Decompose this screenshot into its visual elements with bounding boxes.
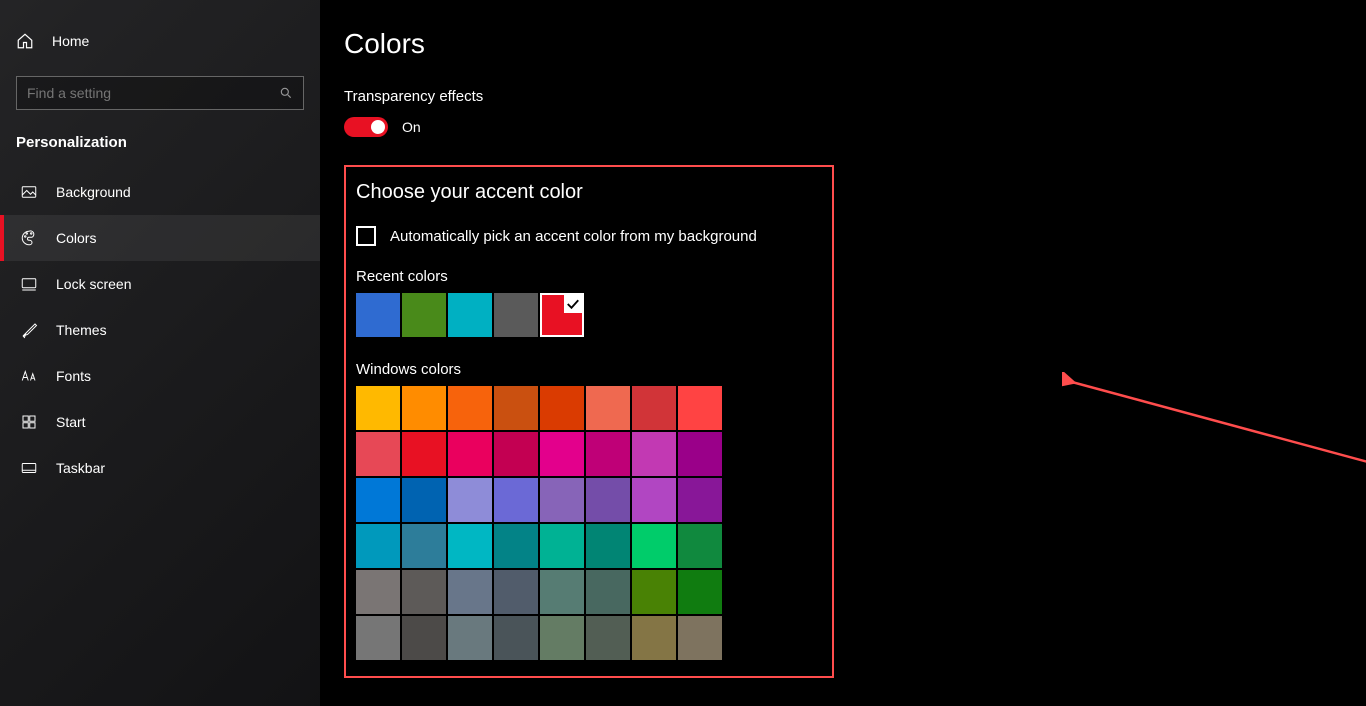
sidebar-item-label: Background [56,184,131,200]
image-icon [20,183,38,201]
windows-color-swatch[interactable] [678,432,722,476]
sidebar-item-lockscreen[interactable]: Lock screen [0,261,320,307]
sidebar-item-label: Themes [56,322,107,338]
windows-color-swatch[interactable] [678,478,722,522]
sidebar-item-label: Taskbar [56,460,105,476]
search-input[interactable] [27,85,279,101]
windows-color-swatch[interactable] [356,570,400,614]
windows-color-swatch[interactable] [402,524,446,568]
taskbar-icon [20,459,38,477]
recent-color-swatch[interactable] [494,293,538,337]
windows-color-swatch[interactable] [356,616,400,660]
windows-color-swatch[interactable] [356,432,400,476]
windows-color-swatch[interactable] [678,570,722,614]
windows-color-swatch[interactable] [586,570,630,614]
grid-icon [20,413,38,431]
windows-color-swatch[interactable] [448,432,492,476]
annotation-arrow [1062,372,1366,492]
home-label: Home [52,33,89,49]
windows-color-swatch[interactable] [632,524,676,568]
windows-color-swatch[interactable] [356,386,400,430]
windows-color-swatch[interactable] [356,524,400,568]
windows-color-swatch[interactable] [494,478,538,522]
transparency-state: On [402,119,421,135]
auto-accent-checkbox[interactable]: Automatically pick an accent color from … [356,226,822,246]
windows-color-swatch[interactable] [586,432,630,476]
checkbox-icon [356,226,376,246]
windows-color-swatch[interactable] [540,570,584,614]
windows-color-swatch[interactable] [402,386,446,430]
windows-color-swatch[interactable] [632,616,676,660]
windows-color-swatch[interactable] [632,386,676,430]
windows-color-swatch[interactable] [678,524,722,568]
search-box[interactable] [16,76,304,110]
windows-color-swatch[interactable] [632,478,676,522]
windows-color-swatch[interactable] [540,432,584,476]
main-content: Colors Transparency effects On Choose yo… [320,0,1366,706]
sidebar-item-fonts[interactable]: Fonts [0,353,320,399]
windows-color-swatch[interactable] [494,570,538,614]
windows-color-swatch[interactable] [448,478,492,522]
sidebar-item-taskbar[interactable]: Taskbar [0,445,320,491]
windows-colors-grid [356,386,822,660]
palette-icon [20,229,38,247]
windows-color-swatch[interactable] [402,478,446,522]
recent-color-swatch[interactable] [402,293,446,337]
windows-color-swatch[interactable] [494,386,538,430]
windows-color-swatch[interactable] [402,570,446,614]
transparency-label: Transparency effects [344,88,1366,105]
brush-icon [20,321,38,339]
recent-colors-label: Recent colors [356,268,822,285]
check-icon [564,295,582,313]
fonts-icon [20,367,38,385]
windows-color-swatch[interactable] [586,386,630,430]
transparency-toggle[interactable] [344,117,388,137]
accent-color-panel: Choose your accent color Automatically p… [344,165,834,678]
recent-color-swatch[interactable] [448,293,492,337]
windows-color-swatch[interactable] [448,616,492,660]
sidebar-item-label: Lock screen [56,276,131,292]
sidebar-item-label: Fonts [56,368,91,384]
sidebar-item-background[interactable]: Background [0,169,320,215]
windows-colors-label: Windows colors [356,361,822,378]
windows-color-swatch[interactable] [448,524,492,568]
auto-accent-label: Automatically pick an accent color from … [390,228,757,245]
recent-color-swatch[interactable] [356,293,400,337]
windows-color-swatch[interactable] [678,386,722,430]
windows-color-swatch[interactable] [632,432,676,476]
windows-color-swatch[interactable] [540,386,584,430]
home-icon [16,32,34,50]
windows-color-swatch[interactable] [448,570,492,614]
windows-color-swatch[interactable] [448,386,492,430]
windows-color-swatch[interactable] [678,616,722,660]
windows-color-swatch[interactable] [356,478,400,522]
home-link[interactable]: Home [0,24,320,58]
windows-color-swatch[interactable] [402,432,446,476]
transparency-toggle-row: On [344,117,1366,137]
sidebar-item-label: Start [56,414,86,430]
windows-color-swatch[interactable] [540,478,584,522]
page-title: Colors [344,28,1366,60]
monitor-icon [20,275,38,293]
windows-color-swatch[interactable] [632,570,676,614]
sidebar-item-label: Colors [56,230,96,246]
windows-color-swatch[interactable] [586,524,630,568]
windows-color-swatch[interactable] [586,478,630,522]
sidebar: Home Personalization Background Colors L… [0,0,320,706]
windows-color-swatch[interactable] [540,616,584,660]
windows-color-swatch[interactable] [402,616,446,660]
accent-heading: Choose your accent color [356,181,822,204]
windows-color-swatch[interactable] [494,616,538,660]
search-icon [279,86,293,100]
windows-color-swatch[interactable] [540,524,584,568]
sidebar-item-themes[interactable]: Themes [0,307,320,353]
windows-color-swatch[interactable] [586,616,630,660]
recent-colors-row [356,293,822,337]
sidebar-item-colors[interactable]: Colors [0,215,320,261]
recent-color-swatch[interactable] [540,293,584,337]
sidebar-section-header: Personalization [0,130,320,169]
windows-color-swatch[interactable] [494,524,538,568]
windows-color-swatch[interactable] [494,432,538,476]
sidebar-item-start[interactable]: Start [0,399,320,445]
